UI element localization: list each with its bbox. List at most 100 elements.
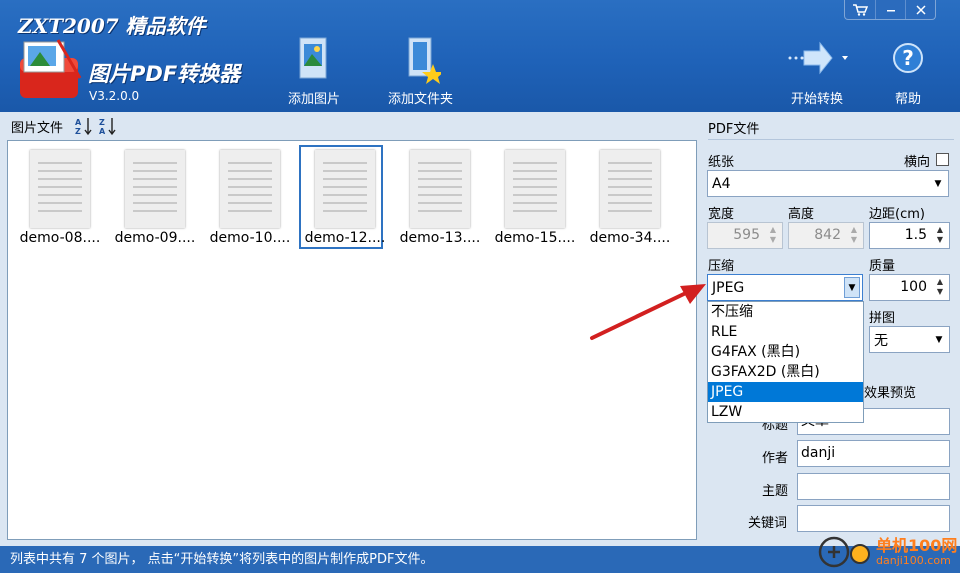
mosaic-select[interactable]: 无 ▼ (869, 326, 950, 353)
add-image-button[interactable]: 添加图片 (288, 34, 340, 107)
compression-option[interactable]: 不压缩 (708, 302, 863, 322)
preview-text-line (608, 202, 652, 204)
width-spinner: 595 ▲ ▼ (707, 222, 783, 249)
file-name: demo-13.... (399, 230, 481, 246)
author-field[interactable]: danji (797, 440, 950, 467)
file-thumbnail[interactable]: demo-12.... (299, 145, 387, 249)
preview-text-line (418, 186, 462, 188)
chevron-down-icon[interactable]: ▼ (844, 277, 860, 298)
margin-value: 1.5 (904, 227, 927, 243)
divider (708, 139, 954, 140)
preview-text-line (38, 194, 82, 196)
compression-select[interactable]: JPEG ▼ (707, 274, 863, 301)
preview-text-line (608, 178, 652, 180)
spinner-arrows-icon[interactable]: ▲ ▼ (933, 225, 947, 246)
preview-text-line (513, 186, 557, 188)
watermark-url: danji100.com (876, 554, 951, 567)
preview-text-line (323, 178, 367, 180)
height-spinner: 842 ▲ ▼ (788, 222, 864, 249)
paper-size-select[interactable]: A4 ▼ (707, 170, 949, 197)
preview-text-line (133, 186, 177, 188)
cart-icon[interactable] (845, 0, 875, 19)
spinner-arrows-icon[interactable]: ▲ ▼ (933, 277, 947, 298)
svg-text:A: A (99, 127, 106, 136)
document-preview-image (315, 150, 375, 228)
file-thumbnail[interactable]: demo-08.... (18, 147, 102, 247)
compression-option[interactable]: G4FAX (黑白) (708, 342, 863, 362)
document-preview-image (410, 150, 470, 228)
preview-text-line (418, 170, 462, 172)
preview-text-line (608, 186, 652, 188)
preview-text-line (133, 170, 177, 172)
add-image-icon (299, 37, 327, 79)
compression-option[interactable]: G3FAX2D (黑白) (708, 362, 863, 382)
quality-value: 100 (900, 279, 927, 295)
sort-asc-icon[interactable]: A Z (75, 116, 93, 136)
compression-option[interactable]: LZW (708, 402, 863, 422)
file-name: demo-08.... (19, 230, 101, 246)
preview-text-line (513, 170, 557, 172)
preview-text-line (323, 210, 367, 212)
preview-text-line (323, 162, 367, 164)
author-label: 作者 (762, 451, 789, 466)
file-name: demo-15.... (494, 230, 576, 246)
compression-options-list[interactable]: 不压缩 RLE G4FAX (黑白) G3FAX2D (黑白) JPEG LZW (707, 301, 864, 423)
preview-text-line (133, 162, 177, 164)
preview-text-line (38, 162, 82, 164)
preview-text-line (38, 178, 82, 180)
preview-text-line (38, 170, 82, 172)
app-logo-icon (20, 39, 82, 98)
preview-text-line (133, 210, 177, 212)
file-thumbnail[interactable]: demo-34.... (588, 147, 672, 247)
app-version: V3.2.0.0 (89, 89, 140, 103)
document-preview-image (220, 150, 280, 228)
mosaic-value: 无 (874, 332, 888, 349)
preview-text-line (323, 170, 367, 172)
preview-text-line (608, 194, 652, 196)
subject-field[interactable] (797, 473, 950, 500)
close-icon[interactable] (905, 0, 935, 19)
add-folder-button[interactable]: 添加文件夹 (388, 34, 453, 107)
start-convert-button[interactable]: 开始转换 (782, 34, 852, 107)
preview-text-line (228, 178, 272, 180)
preview-text-line (418, 178, 462, 180)
file-thumbnail[interactable]: demo-09.... (113, 147, 197, 247)
preview-text-line (418, 210, 462, 212)
compression-option[interactable]: RLE (708, 322, 863, 342)
annotation-arrow-icon (590, 284, 706, 340)
start-convert-label: 开始转换 (790, 92, 843, 107)
compression-option[interactable]: JPEG (708, 382, 863, 402)
preview-text-line (228, 210, 272, 212)
margin-spinner[interactable]: 1.5 ▲ ▼ (869, 222, 950, 249)
spinner-arrows-icon: ▲ ▼ (769, 225, 777, 244)
height-value: 842 (814, 227, 841, 243)
file-thumbnail[interactable]: demo-13.... (398, 147, 482, 247)
document-preview-image (600, 150, 660, 228)
chevron-down-icon: ▼ (935, 335, 943, 345)
preview-text-line (513, 210, 557, 212)
preview-text-line (38, 186, 82, 188)
preview-text-line (228, 202, 272, 204)
help-icon: ? (893, 43, 923, 73)
file-thumbnail[interactable]: demo-10.... (208, 147, 292, 247)
preview-text-line (608, 170, 652, 172)
file-thumbnail[interactable]: demo-15.... (493, 147, 577, 247)
minimize-icon[interactable] (875, 0, 905, 19)
preview-text-line (228, 194, 272, 196)
quality-label: 质量 (869, 259, 896, 274)
keywords-field[interactable] (797, 505, 950, 532)
subject-label: 主题 (762, 484, 789, 499)
preview-text-line (323, 186, 367, 188)
watermark-title: 单机100网 (876, 536, 958, 555)
chevron-down-icon: ▼ (934, 179, 942, 189)
sort-desc-icon[interactable]: Z A (99, 116, 117, 136)
margin-label: 边距(cm) (869, 207, 925, 222)
landscape-checkbox[interactable] (936, 153, 949, 166)
paper-size-value: A4 (712, 175, 731, 192)
preview-text-line (513, 194, 557, 196)
preview-text-line (418, 162, 462, 164)
quality-spinner[interactable]: 100 ▲ ▼ (869, 274, 950, 301)
help-label: 帮助 (894, 92, 921, 107)
file-name: demo-12.... (304, 230, 386, 246)
help-button[interactable]: ? 帮助 (893, 34, 923, 107)
